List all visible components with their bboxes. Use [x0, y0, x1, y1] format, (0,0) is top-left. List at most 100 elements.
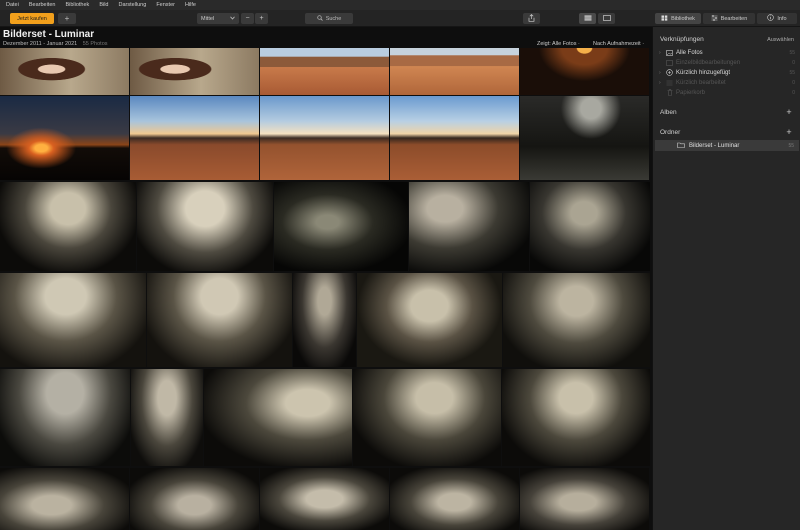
photo-thumbnail[interactable] — [0, 273, 146, 367]
menu-item[interactable]: Bild — [99, 2, 108, 8]
toolbar: Jetzt kaufen + Mittel − + Suche Biblioth… — [0, 10, 800, 27]
single-image-icon — [602, 14, 611, 23]
folders-heading: Ordner — [660, 129, 681, 136]
photo-thumbnail[interactable] — [520, 468, 649, 530]
folder-label: Bilderset - Luminar — [689, 142, 740, 149]
photos-icon — [666, 49, 673, 56]
sort-dropdown[interactable]: Nach Aufnahmezeit · — [593, 41, 644, 47]
buy-now-button[interactable]: Jetzt kaufen — [10, 13, 54, 24]
photo-thumbnail[interactable] — [390, 468, 519, 530]
photo-thumbnail[interactable] — [260, 96, 389, 180]
search-button[interactable]: Suche — [305, 13, 353, 24]
single-edit-icon — [666, 59, 673, 66]
chevron-down-icon — [230, 16, 235, 22]
sidebar-item-recently-edited[interactable]: › Kürzlich bearbeitet 0 — [659, 78, 795, 87]
plus-icon: + — [786, 107, 792, 117]
sliders-icon — [711, 14, 718, 23]
recent-added-icon — [666, 69, 673, 76]
sidebar-item-single-edits[interactable]: Einzelbildbearbeitungen 0 — [659, 58, 795, 67]
menu-item[interactable]: Datei — [6, 2, 19, 8]
recent-edited-icon — [666, 79, 673, 86]
photo-thumbnail[interactable] — [530, 182, 650, 271]
photo-thumbnail[interactable] — [0, 468, 129, 530]
menu-bar: Datei Bearbeiten Bibliothek Bild Darstellung… — [0, 0, 800, 10]
add-album-button[interactable]: + — [785, 107, 793, 117]
sidebar-item-count: 0 — [792, 79, 795, 86]
tab-info[interactable]: Info — [757, 13, 797, 24]
plus-icon: + — [786, 127, 792, 137]
library-sidebar: Verknüpfungen Auswählen › Alle Fotos 55 … — [652, 27, 800, 530]
photo-thumbnail[interactable] — [520, 96, 649, 180]
photo-thumbnail[interactable] — [204, 369, 352, 466]
photo-thumbnail[interactable] — [503, 273, 650, 367]
add-photos-button[interactable]: + — [58, 13, 76, 24]
photo-thumbnail[interactable] — [0, 182, 136, 271]
sidebar-item-label: Einzelbildbearbeitungen — [676, 59, 741, 66]
chevron-right-icon: › — [659, 69, 661, 76]
menu-item[interactable]: Hilfe — [185, 2, 196, 8]
menu-item[interactable]: Darstellung — [118, 2, 146, 8]
photo-thumbnail[interactable] — [0, 48, 129, 95]
search-label: Suche — [325, 15, 342, 22]
photo-thumbnail[interactable] — [353, 369, 501, 466]
photo-thumbnail[interactable] — [409, 182, 529, 271]
thumbnail-grid — [0, 48, 652, 530]
photo-thumbnail[interactable] — [130, 48, 259, 95]
photo-gallery: Bilderset - Luminar Dezember 2011 - Janu… — [0, 27, 652, 530]
photo-thumbnail[interactable] — [260, 468, 389, 530]
sidebar-item-label: Kürzlich bearbeitet — [676, 79, 726, 86]
tab-library[interactable]: Bibliothek — [655, 13, 701, 24]
photo-thumbnail[interactable] — [0, 96, 129, 180]
photo-thumbnail[interactable] — [502, 369, 650, 466]
zoom-out-button[interactable]: − — [241, 13, 254, 24]
photo-thumbnail[interactable] — [137, 182, 273, 271]
photo-thumbnail[interactable] — [131, 369, 203, 466]
sidebar-item-folder[interactable]: Bilderset - Luminar 55 — [655, 140, 799, 151]
photo-thumbnail[interactable] — [390, 96, 519, 180]
filter-dropdown[interactable]: Zeigt: Alle Fotos · — [537, 41, 580, 47]
sidebar-item-label: Kürzlich hinzugefügt — [676, 69, 731, 76]
photo-thumbnail[interactable] — [390, 48, 519, 95]
sidebar-item-count: 0 — [792, 59, 795, 66]
photo-thumbnail[interactable] — [520, 48, 649, 95]
tab-edit[interactable]: Bearbeiten — [703, 13, 755, 24]
sidebar-item-count: 0 — [792, 89, 795, 96]
grid-view-button[interactable] — [579, 13, 596, 24]
photo-thumbnail[interactable] — [130, 96, 259, 180]
tab-edit-label: Bearbeiten — [720, 15, 748, 22]
zoom-in-button[interactable]: + — [255, 13, 268, 24]
photo-thumbnail[interactable] — [274, 182, 408, 271]
sidebar-item-count: 55 — [789, 49, 795, 56]
select-shortcuts-button[interactable]: Auswählen — [767, 37, 794, 43]
zoom-select[interactable]: Mittel — [197, 13, 239, 24]
share-button[interactable] — [523, 13, 540, 24]
photo-thumbnail[interactable] — [130, 468, 259, 530]
filter-value: Alle Fotos · — [552, 41, 580, 47]
gallery-photo-count: 55 Photos — [82, 41, 108, 47]
grid-icon — [584, 15, 592, 23]
gallery-subtitle: Dezember 2011 - Januar 2021 55 Photos — [3, 41, 108, 47]
add-folder-button[interactable]: + — [785, 127, 793, 137]
chevron-right-icon: › — [659, 49, 661, 56]
gallery-date-range: Dezember 2011 - Januar 2021 — [3, 41, 78, 47]
menu-item[interactable]: Bearbeiten — [29, 2, 56, 8]
photo-thumbnail[interactable] — [147, 273, 292, 367]
library-icon — [661, 15, 668, 23]
zoom-select-value: Mittel — [201, 15, 215, 22]
info-icon — [767, 14, 775, 23]
menu-item[interactable]: Bibliothek — [65, 2, 89, 8]
sidebar-item-trash[interactable]: Papierkorb 0 — [659, 88, 795, 97]
search-icon — [317, 14, 323, 23]
sidebar-item-all-photos[interactable]: › Alle Fotos 55 — [659, 48, 795, 57]
photo-thumbnail[interactable] — [293, 273, 356, 367]
share-icon — [528, 13, 535, 24]
sidebar-item-recently-added[interactable]: › Kürzlich hinzugefügt 55 — [659, 68, 795, 77]
chevron-right-icon: › — [659, 79, 661, 86]
photo-thumbnail[interactable] — [0, 369, 130, 466]
menu-item[interactable]: Fenster — [156, 2, 175, 8]
photo-thumbnail[interactable] — [260, 48, 389, 95]
sidebar-item-label: Papierkorb — [676, 89, 706, 96]
photo-thumbnail[interactable] — [357, 273, 502, 367]
single-view-button[interactable] — [598, 13, 615, 24]
trash-icon — [666, 89, 673, 96]
